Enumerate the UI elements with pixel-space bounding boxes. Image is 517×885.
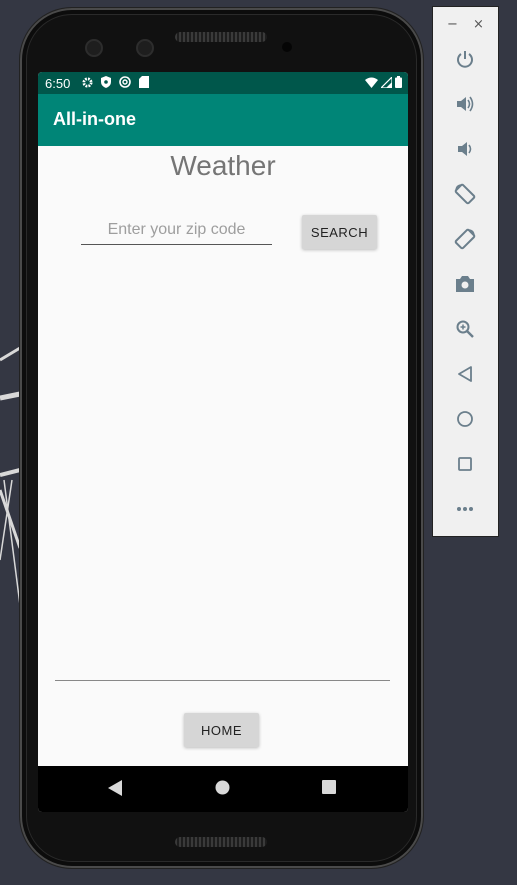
power-icon	[457, 51, 473, 68]
zoom-icon	[456, 320, 474, 338]
volume-up-icon	[457, 96, 474, 112]
rotate-right-button[interactable]	[453, 227, 477, 251]
wifi-icon	[365, 77, 378, 88]
page-title: Weather	[170, 150, 276, 181]
device-screen: 6:50 All-in-one Weather SEARCH HOME	[38, 72, 408, 812]
screenshot-button[interactable]	[453, 272, 477, 296]
more-icon	[457, 507, 473, 511]
status-bar: 6:50	[38, 72, 408, 94]
bottom-speaker	[175, 837, 267, 847]
status-notification-icons	[82, 76, 149, 88]
rotate-left-button[interactable]	[453, 182, 477, 206]
sync-icon	[119, 76, 131, 88]
home-icon	[457, 411, 473, 427]
volume-down-button[interactable]	[453, 137, 477, 161]
proximity-sensor	[282, 42, 292, 52]
weather-content: Weather SEARCH HOME	[38, 146, 408, 766]
nav-home-icon[interactable]	[215, 780, 230, 795]
rotate-left-icon	[454, 183, 476, 205]
overview-button[interactable]	[453, 452, 477, 476]
front-camera-secondary	[136, 39, 154, 57]
nav-back-icon[interactable]	[108, 780, 122, 796]
overview-icon	[458, 457, 472, 471]
close-button[interactable]: ×	[473, 17, 484, 32]
zip-code-input[interactable]	[81, 216, 272, 245]
camera-icon	[456, 276, 474, 292]
shield-icon	[101, 76, 111, 88]
minimize-button[interactable]: −	[447, 17, 458, 32]
home-button[interactable]: HOME	[184, 713, 259, 747]
gear-icon	[82, 76, 93, 88]
rotate-right-icon	[454, 228, 476, 250]
emulator-side-panel: − ×	[432, 6, 499, 537]
back-button[interactable]	[453, 362, 477, 386]
volume-down-icon	[458, 142, 472, 156]
battery-icon	[395, 76, 402, 88]
search-button[interactable]: SEARCH	[302, 215, 377, 249]
nav-overview-icon[interactable]	[322, 780, 336, 794]
sd-card-icon	[139, 76, 149, 88]
top-speaker	[175, 32, 267, 42]
front-camera	[85, 39, 103, 57]
divider	[55, 680, 390, 681]
status-system-icons	[365, 76, 402, 88]
power-button[interactable]	[453, 47, 477, 71]
app-title: All-in-one	[53, 109, 136, 129]
home-nav-button[interactable]	[453, 407, 477, 431]
navigation-bar	[38, 766, 408, 812]
back-icon	[458, 366, 472, 382]
zoom-button[interactable]	[453, 317, 477, 341]
more-button[interactable]	[453, 497, 477, 521]
volume-up-button[interactable]	[453, 92, 477, 116]
status-time: 6:50	[45, 76, 71, 91]
app-bar: All-in-one	[38, 94, 408, 146]
signal-icon	[381, 76, 392, 88]
